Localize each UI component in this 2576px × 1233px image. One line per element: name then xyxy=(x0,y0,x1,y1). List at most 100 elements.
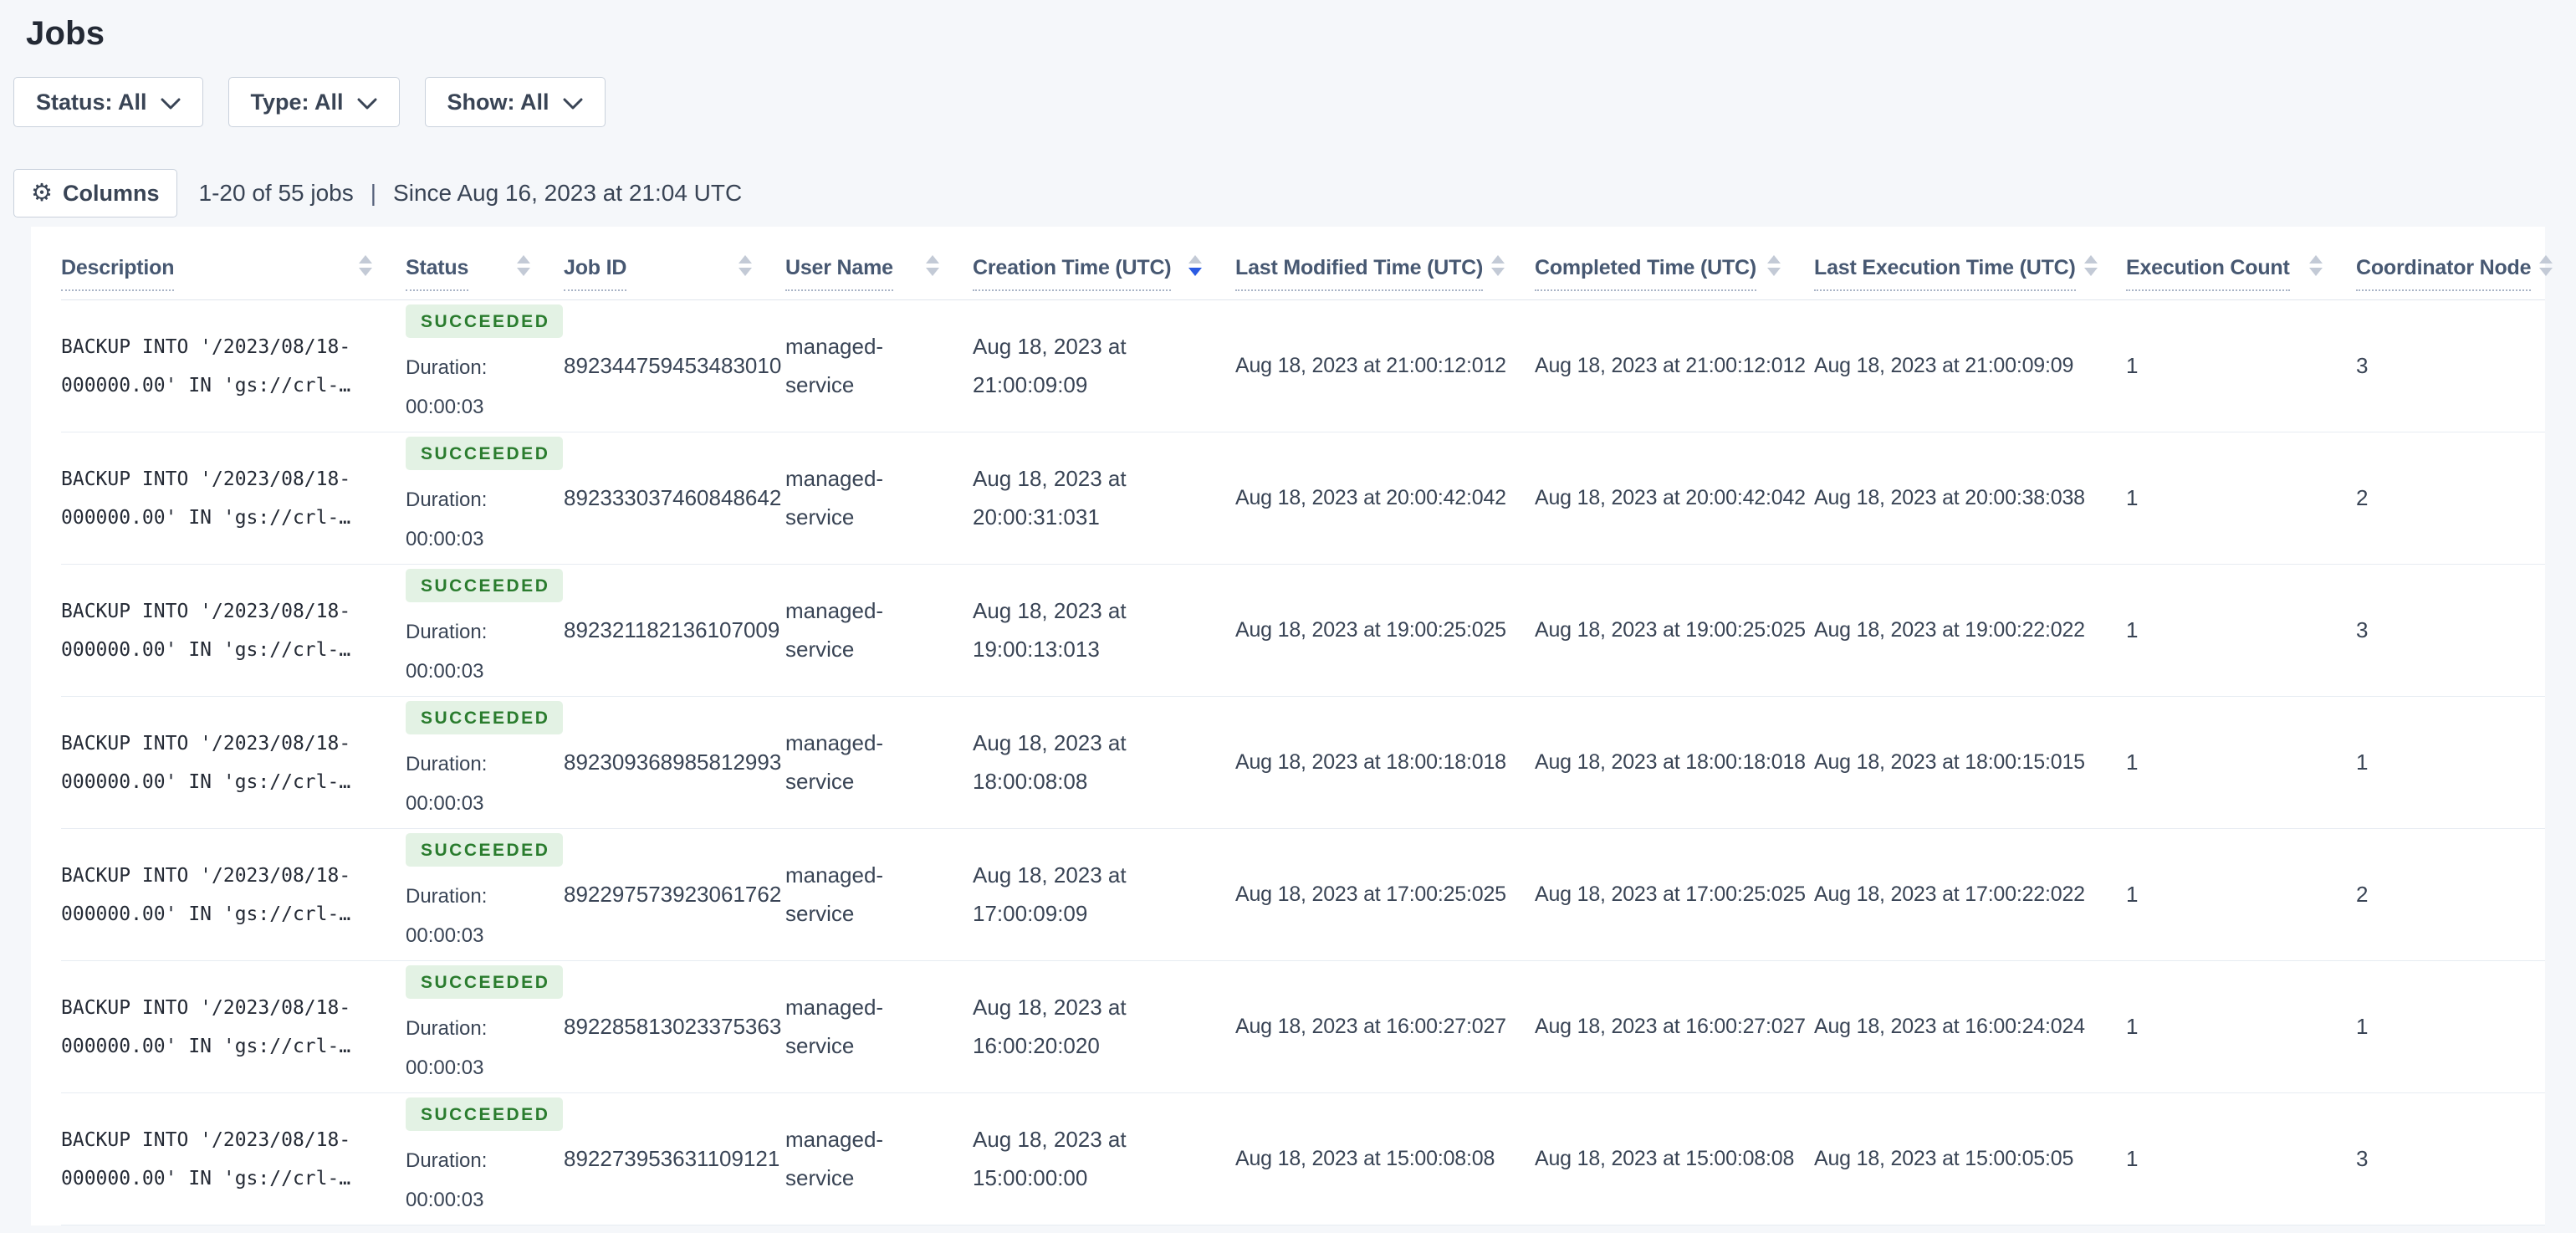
sort-arrows-icon xyxy=(1491,255,1505,276)
chevron-down-icon xyxy=(563,98,583,110)
job-duration: Duration: 00:00:03 xyxy=(406,613,540,692)
status-badge: SUCCEEDED xyxy=(406,569,564,603)
column-header-label: Description xyxy=(61,256,175,291)
user-name-line: managed- xyxy=(785,466,884,491)
filter-dropdown[interactable]: Type: All xyxy=(227,77,400,127)
count-separator: | xyxy=(370,180,377,206)
job-id-cell: 892321182136107009 xyxy=(564,617,780,642)
execution-count-cell: 1 xyxy=(2126,617,2139,642)
last-execution-time-cell: Aug 18, 2023 at 15:00:05:05 xyxy=(1814,1147,2074,1170)
column-header-label: Creation Time (UTC) xyxy=(973,256,1172,291)
sort-down-icon xyxy=(1767,268,1781,276)
column-header-label: Execution Count xyxy=(2126,256,2290,291)
filter-bar: Status: All Type: All Show: All xyxy=(13,77,2576,127)
job-status-cell: SUCCEEDED Duration: 00:00:03 xyxy=(406,833,564,956)
job-id-cell: 892297573923061762 xyxy=(564,882,782,907)
last-modified-time-cell: Aug 18, 2023 at 19:00:25:025 xyxy=(1235,618,1506,642)
last-modified-time-cell: Aug 18, 2023 at 18:00:18:018 xyxy=(1235,750,1506,774)
sort-down-icon xyxy=(739,268,752,276)
creation-time-line: 19:00:13:013 xyxy=(973,636,1100,662)
sort-up-icon xyxy=(1188,255,1202,263)
job-description-cell[interactable]: BACKUP INTO '/2023/08/18- 000000.00' IN … xyxy=(61,989,406,1066)
filter-dropdown[interactable]: Status: All xyxy=(13,77,203,127)
job-description-cell[interactable]: BACKUP INTO '/2023/08/18- 000000.00' IN … xyxy=(61,857,406,934)
user-name-line: service xyxy=(785,504,855,530)
user-name-line: service xyxy=(785,636,855,662)
user-name-line: managed- xyxy=(785,334,884,359)
table-row: BACKUP INTO '/2023/08/18- 000000.00' IN … xyxy=(61,1093,2545,1225)
column-header[interactable]: Last Modified Time (UTC) xyxy=(1235,255,1535,299)
sort-up-icon xyxy=(2083,255,2098,263)
job-description-cell[interactable]: BACKUP INTO '/2023/08/18- 000000.00' IN … xyxy=(61,592,406,669)
column-header[interactable]: Completed Time (UTC) xyxy=(1535,255,1814,299)
duration-label: Duration: xyxy=(406,489,488,512)
duration-label: Duration: xyxy=(406,1149,488,1173)
creation-time-line: 20:00:31:031 xyxy=(973,504,1100,530)
job-id-cell: 892344759453483010 xyxy=(564,353,782,378)
duration-value: 00:00:03 xyxy=(406,528,484,550)
column-header[interactable]: Job ID xyxy=(564,255,785,299)
column-header[interactable]: User Name xyxy=(785,255,973,299)
status-badge: SUCCEEDED xyxy=(406,833,564,867)
column-header[interactable]: Creation Time (UTC) xyxy=(973,255,1235,299)
column-header-label: Completed Time (UTC) xyxy=(1535,256,1756,291)
page-title: Jobs xyxy=(26,15,105,52)
execution-count-cell: 1 xyxy=(2126,1014,2139,1039)
coordinator-node-cell: 1 xyxy=(2356,750,2369,775)
sort-arrows-icon xyxy=(2539,255,2553,276)
duration-label: Duration: xyxy=(406,753,488,776)
creation-time-line: Aug 18, 2023 at xyxy=(973,1127,1127,1152)
column-header[interactable]: Status xyxy=(406,255,564,299)
sort-up-icon xyxy=(517,255,530,263)
job-description-cell[interactable]: BACKUP INTO '/2023/08/18- 000000.00' IN … xyxy=(61,1121,406,1198)
column-header-label: Coordinator Node xyxy=(2356,256,2531,291)
sort-arrows-icon xyxy=(1767,255,1781,276)
creation-time-cell: Aug 18, 2023 at 21:00:09:09 xyxy=(973,328,1235,404)
job-description-cell[interactable]: BACKUP INTO '/2023/08/18- 000000.00' IN … xyxy=(61,460,406,537)
job-description-cell[interactable]: BACKUP INTO '/2023/08/18- 000000.00' IN … xyxy=(61,328,406,405)
sort-down-icon xyxy=(517,268,530,276)
user-name-cell: managed- service xyxy=(785,1121,973,1197)
job-description-line: 000000.00' IN 'gs://crl-… xyxy=(61,1167,351,1190)
user-name-cell: managed- service xyxy=(785,989,973,1065)
toolbar: ⚙ Columns 1-20 of 55 jobs | Since Aug 16… xyxy=(13,169,2576,217)
user-name-line: managed- xyxy=(785,598,884,623)
filter-dropdown-label: Type: All xyxy=(250,89,344,115)
completed-time-cell: Aug 18, 2023 at 21:00:12:012 xyxy=(1535,354,1806,377)
last-modified-time-cell: Aug 18, 2023 at 15:00:08:08 xyxy=(1235,1147,1495,1170)
table-body: BACKUP INTO '/2023/08/18- 000000.00' IN … xyxy=(61,300,2545,1225)
job-description-line: BACKUP INTO '/2023/08/18- xyxy=(61,732,351,755)
job-id-cell: 892273953631109121 xyxy=(564,1146,780,1171)
columns-button[interactable]: ⚙ Columns xyxy=(13,169,177,217)
user-name-line: service xyxy=(785,900,855,926)
column-header[interactable]: Coordinator Node xyxy=(2356,255,2553,299)
filter-dropdown[interactable]: Show: All xyxy=(424,77,606,127)
duration-value: 00:00:03 xyxy=(406,396,484,418)
table-row: BACKUP INTO '/2023/08/18- 000000.00' IN … xyxy=(61,961,2545,1093)
creation-time-cell: Aug 18, 2023 at 15:00:00:00 xyxy=(973,1121,1235,1197)
execution-count-cell: 1 xyxy=(2126,882,2139,907)
column-header[interactable]: Last Execution Time (UTC) xyxy=(1814,255,2126,299)
creation-time-line: Aug 18, 2023 at xyxy=(973,730,1127,755)
column-header[interactable]: Execution Count xyxy=(2126,255,2356,299)
jobs-count: 1-20 of 55 jobs xyxy=(198,180,354,206)
execution-count-cell: 1 xyxy=(2126,750,2139,775)
duration-label: Duration: xyxy=(406,356,488,380)
sort-up-icon xyxy=(2309,255,2323,263)
job-description-line: 000000.00' IN 'gs://crl-… xyxy=(61,374,351,397)
status-badge: SUCCEEDED xyxy=(406,437,564,471)
since-text: Since Aug 16, 2023 at 21:04 UTC xyxy=(393,180,743,206)
sort-down-icon xyxy=(1491,268,1505,276)
user-name-line: service xyxy=(785,1164,855,1190)
job-description-cell[interactable]: BACKUP INTO '/2023/08/18- 000000.00' IN … xyxy=(61,724,406,801)
completed-time-cell: Aug 18, 2023 at 18:00:18:018 xyxy=(1535,750,1806,774)
column-header[interactable]: Description xyxy=(61,255,406,299)
job-description-line: BACKUP INTO '/2023/08/18- xyxy=(61,1128,351,1151)
table-row: BACKUP INTO '/2023/08/18- 000000.00' IN … xyxy=(61,565,2545,697)
last-execution-time-cell: Aug 18, 2023 at 19:00:22:022 xyxy=(1814,618,2085,642)
creation-time-line: Aug 18, 2023 at xyxy=(973,862,1127,888)
duration-label: Duration: xyxy=(406,885,488,908)
last-execution-time-cell: Aug 18, 2023 at 18:00:15:015 xyxy=(1814,750,2085,774)
sort-up-icon xyxy=(359,255,372,263)
last-execution-time-cell: Aug 18, 2023 at 20:00:38:038 xyxy=(1814,486,2085,509)
